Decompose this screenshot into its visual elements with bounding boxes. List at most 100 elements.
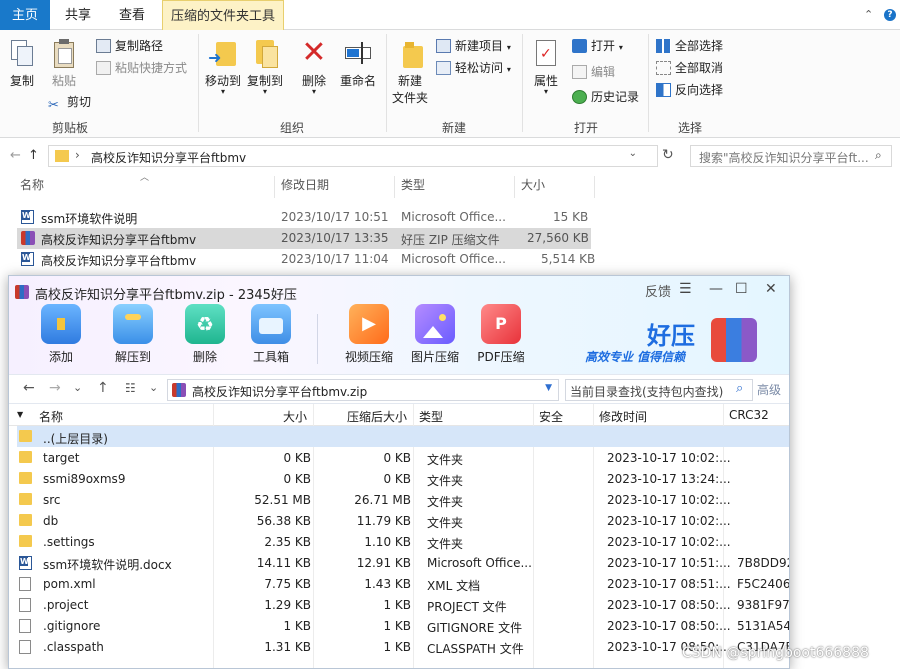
column-type[interactable]: 类型 [401,176,425,198]
archive-row[interactable]: target 0 KB 0 KB 文件夹 2023-10-17 10:02:... [17,447,789,468]
address-bar[interactable]: › 高校反诈知识分享平台ftbmv ⌄ [48,145,658,167]
up-arrow-icon[interactable]: ↑ [28,148,39,163]
cut-button[interactable]: ✂ 剪切 [48,92,91,113]
copy-to-button[interactable]: 复制到 ▾ [246,34,284,96]
chevron-up-icon[interactable]: ⌃ [864,8,873,21]
delete-button[interactable]: ✕ 删除 ▾ [298,34,330,96]
col-type[interactable]: 类型 [419,408,443,425]
back-arrow-icon[interactable]: ← [23,380,35,396]
feedback-link[interactable]: 反馈 [645,281,671,300]
archive-row[interactable]: pom.xml 7.75 KB 1.43 KB XML 文档 2023-10-17 08… [17,573,789,594]
archive-item-packed-size: 1.10 KB [364,535,411,549]
close-icon[interactable]: ✕ [765,281,777,297]
archive-item-type: Microsoft Office... [427,556,532,570]
copy-path-button[interactable]: 复制路径 [96,36,163,56]
paste-shortcut-button[interactable]: 粘贴快捷方式 [96,58,187,78]
col-name[interactable]: 名称 [39,408,63,425]
archive-item-name: ..(上层目录) [43,432,108,446]
archive-row[interactable]: .settings 2.35 KB 1.10 KB 文件夹 2023-10-17 10:… [17,531,789,552]
col-packed-size[interactable]: 压缩后大小 [347,408,407,425]
pdf-compress-button[interactable]: P PDF压缩 [473,304,529,365]
history-button[interactable]: 历史记录 [572,87,639,107]
archive-item-modified: 2023-10-17 10:02:... [607,535,731,549]
easy-access-button[interactable]: 轻松访问 ▾ [436,58,511,78]
image-compress-button[interactable]: 图片压缩 [407,304,463,365]
video-compress-button[interactable]: ▶ 视频压缩 [341,304,397,365]
help-icon[interactable]: ? [884,9,896,21]
tab-compressed-folder-tools[interactable]: 压缩的文件夹工具 [162,0,284,30]
search-icon: ⌕ [875,148,882,162]
add-button[interactable]: 添加 [33,304,89,365]
move-to-button[interactable]: ➜ 移动到 ▾ [204,34,242,96]
column-modified[interactable]: 修改日期 [281,176,329,198]
tab-view[interactable]: 查看 [108,0,156,30]
edit-icon [572,65,587,79]
column-size[interactable]: 大小 [521,176,545,198]
archive-row[interactable]: .gitignore 1 KB 1 KB GITIGNORE 文件 2023-10-17… [17,615,789,636]
delete-x-icon: ✕ [301,35,327,70]
tab-home[interactable]: 主页 [0,0,50,30]
archive-row[interactable]: ..(上层目录) [17,426,789,447]
col-security[interactable]: 安全 [539,408,563,425]
archive-row[interactable]: .project 1.29 KB 1 KB PROJECT 文件 2023-10-17 … [17,594,789,615]
maximize-icon[interactable]: ☐ [735,281,748,297]
view-mode-icon[interactable]: ☷ [125,381,136,395]
address-dropdown-icon[interactable]: ⌄ [629,148,637,159]
search-input[interactable]: 搜索"高校反诈知识分享平台ft... ⌕ [690,145,892,167]
column-name[interactable]: 名称 [20,176,44,198]
forward-arrow-icon[interactable]: → [49,380,61,396]
up-arrow-icon[interactable]: ↑ [97,380,109,396]
column-divider[interactable] [274,176,275,198]
column-divider[interactable] [594,176,595,198]
paste-button[interactable]: 粘贴 [46,34,82,89]
file-row[interactable]: 高校反诈知识分享平台ftbmv 2023/10/17 11:04 Microso… [17,249,595,270]
back-arrow-icon[interactable]: ← [10,148,21,163]
open-button[interactable]: 打开 ▾ [572,36,623,56]
col-modified[interactable]: 修改时间 [599,408,647,425]
tab-share[interactable]: 共享 [54,0,102,30]
select-all-button[interactable]: 全部选择 [656,36,723,56]
archive-row[interactable]: src 52.51 MB 26.71 MB 文件夹 2023-10-17 10:02:.… [17,489,789,510]
organize-group-label: 组织 [279,121,304,135]
folder-icon [19,430,32,442]
edit-button[interactable]: 编辑 [572,62,615,82]
archive-row[interactable]: ssm环境软件说明.docx 14.11 KB 12.91 KB Microsoft … [17,552,789,573]
archive-row[interactable]: db 56.38 KB 11.79 KB 文件夹 2023-10-17 10:02:..… [17,510,789,531]
select-none-button[interactable]: 全部取消 [656,58,723,78]
rename-button[interactable]: 重命名 [336,34,380,89]
new-folder-icon [395,38,425,68]
archive-item-packed-size: 1 KB [383,619,411,633]
advanced-search-link[interactable]: 高级 [757,381,781,398]
refresh-icon[interactable]: ↻ [662,147,674,163]
menu-icon[interactable]: ☰ [679,281,692,297]
brand-logo-icon [711,318,757,362]
archive-path-field[interactable]: 高校反诈知识分享平台ftbmv.zip ▼ [167,379,559,401]
properties-button[interactable]: ✓ 属性 ▾ [528,34,564,96]
file-row[interactable]: ssm环境软件说明 2023/10/17 10:51 Microsoft Off… [17,207,591,228]
archive-item-name: pom.xml [43,577,96,591]
extract-to-button[interactable]: 解压到 [105,304,161,365]
archive-search-input[interactable]: 当前目录查找(支持包内查找) ⌕ [565,379,753,401]
archive-item-name: .project [43,598,89,612]
column-divider[interactable] [394,176,395,198]
history-dropdown-icon[interactable]: ⌄ [73,381,82,394]
file-row-selected[interactable]: 高校反诈知识分享平台ftbmv 2023/10/17 13:35 好压 ZIP … [17,228,591,249]
watermark-text: CSDN @springboot666888 [682,645,869,661]
archive-row[interactable]: .classpath 1.31 KB 1 KB CLASSPATH 文件 2023-10… [17,636,789,657]
archive-item-type: 文件夹 [427,537,464,551]
invert-selection-label: 反向选择 [675,83,724,97]
invert-selection-button[interactable]: 反向选择 [656,80,723,100]
rename-label: 重命名 [339,74,376,88]
view-dropdown-icon[interactable]: ⌄ [149,381,158,394]
minimize-icon[interactable]: — [709,281,723,297]
new-item-button[interactable]: 新建项目 ▾ [436,36,511,56]
archive-row[interactable]: ssmi89oxms9 0 KB 0 KB 文件夹 2023-10-17 13:24:.… [17,468,789,489]
col-crc32[interactable]: CRC32 [729,408,769,422]
path-dropdown-icon[interactable]: ▼ [545,383,552,393]
toolbox-button[interactable]: 工具箱 [243,304,299,365]
column-divider[interactable] [514,176,515,198]
copy-button[interactable]: 复制 [4,34,40,89]
new-folder-button[interactable]: 新建 文件夹 [390,34,430,106]
col-size[interactable]: 大小 [283,408,307,425]
delete-archive-button[interactable]: ♻ 删除 [177,304,233,365]
